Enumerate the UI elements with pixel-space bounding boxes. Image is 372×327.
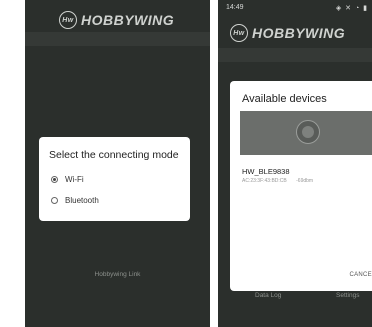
logo-mark-icon: Hw [59, 11, 77, 29]
scan-indicator-icon [296, 120, 320, 144]
header-band [25, 32, 210, 46]
device-list-item[interactable]: HW_BLE9838 AC:23:3F:43:BD:CB -69dbm [242, 167, 321, 184]
nav-data-log[interactable]: Data Log [255, 292, 281, 299]
cancel-button[interactable]: CANCE [349, 272, 372, 278]
device-name: HW_BLE9838 [242, 167, 290, 176]
option-wifi[interactable]: Wi-Fi [51, 175, 84, 184]
status-bar: 14:49 ◈ ✕ ◔ ▮ [226, 4, 368, 14]
hobbywing-logo: Hw HOBBYWING [59, 11, 174, 29]
phone-screen-right: 14:49 ◈ ✕ ◔ ▮ Hw HOBBYWING Available dev… [218, 0, 372, 327]
device-info: AC:23:3F:43:BD:CB -69dbm [242, 178, 321, 184]
nav-settings[interactable]: Settings [336, 292, 360, 299]
option-label: Bluetooth [65, 196, 99, 205]
available-devices-dialog: Available devices HW_BLE9838 AC:23:3F:43… [230, 81, 372, 291]
dialog-title: Select the connecting mode [49, 149, 179, 161]
status-time: 14:49 [226, 4, 244, 11]
connecting-mode-dialog: Select the connecting mode Wi-Fi Bluetoo… [39, 137, 190, 221]
status-icons: ◈ ✕ ◔ ▮ [335, 5, 368, 12]
hobbywing-logo: Hw HOBBYWING [230, 24, 345, 42]
logo-mark-icon: Hw [230, 24, 248, 42]
logo-text: HOBBYWING [252, 25, 346, 41]
bottom-nav: Data Log Settings [218, 292, 372, 306]
device-address: AC:23:3F:43:BD:CB [242, 178, 287, 184]
radio-unselected-icon[interactable] [51, 197, 58, 204]
radio-selected-icon[interactable] [51, 176, 58, 183]
scan-area [240, 111, 372, 155]
device-signal: -69dbm [296, 178, 314, 184]
option-label: Wi-Fi [65, 175, 84, 184]
hobbywing-link-text[interactable]: Hobbywing Link [25, 271, 210, 278]
option-bluetooth[interactable]: Bluetooth [51, 196, 99, 205]
phone-screen-left: Hw HOBBYWING Select the connecting mode … [25, 0, 210, 327]
dialog-title: Available devices [242, 93, 327, 105]
logo-text: HOBBYWING [81, 12, 175, 28]
header-band [218, 48, 372, 62]
